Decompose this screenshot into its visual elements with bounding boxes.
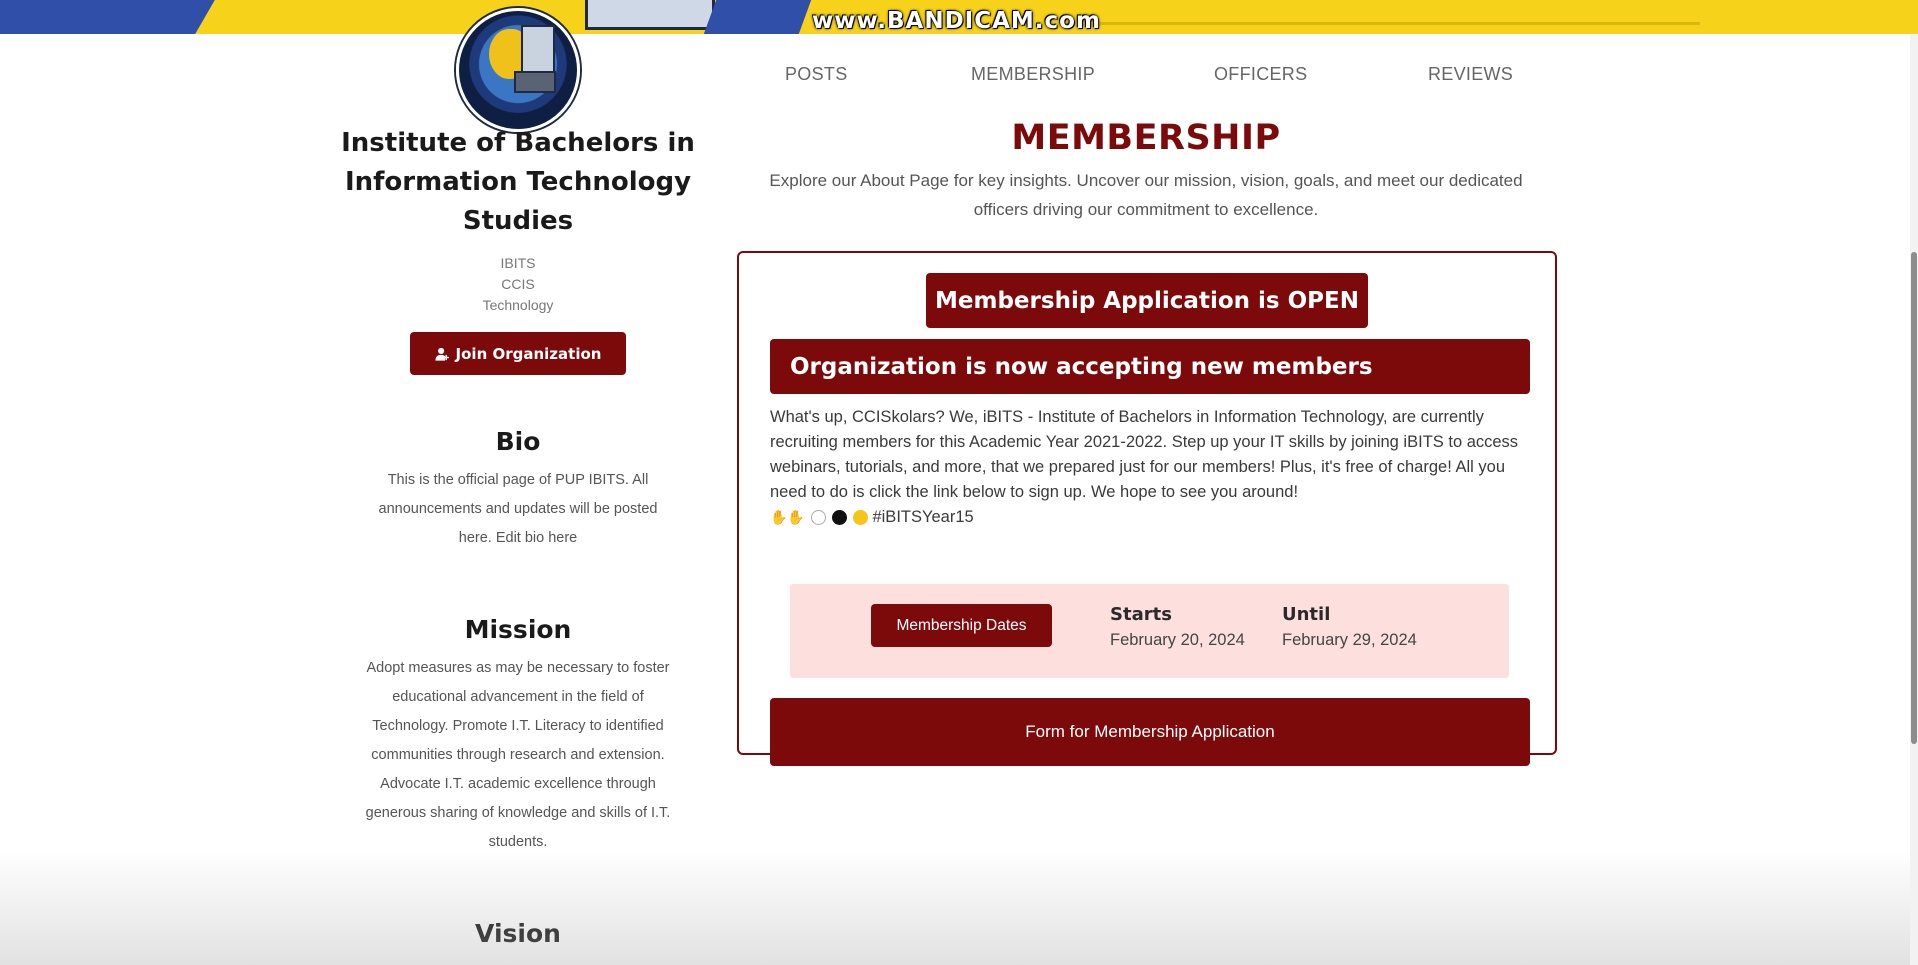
start-date: Starts February 20, 2024 bbox=[1110, 604, 1245, 650]
banner-shape bbox=[0, 0, 215, 34]
sidebar: Institute of Bachelors in Information Te… bbox=[340, 124, 696, 948]
raised-hands-icon: ✋✋ bbox=[770, 509, 805, 526]
yellow-circle-icon bbox=[852, 510, 868, 526]
organization-logo bbox=[456, 8, 580, 132]
join-organization-label: Join Organization bbox=[455, 344, 602, 363]
page-title: MEMBERSHIP bbox=[1011, 118, 1281, 158]
bio-text: This is the official page of PUP IBITS. … bbox=[340, 466, 696, 553]
join-organization-button[interactable]: Join Organization bbox=[410, 332, 626, 375]
logo-book-graphic bbox=[521, 25, 555, 75]
organization-tags: IBITS CCIS Technology bbox=[340, 253, 696, 316]
user-add-icon bbox=[434, 347, 449, 361]
mission-line: Technology. Promote I.T. Literacy to ide… bbox=[372, 718, 664, 734]
mission-line: Adopt measures as may be necessary to fo… bbox=[366, 660, 670, 676]
white-circle-icon bbox=[810, 510, 826, 526]
logo-computer-graphic bbox=[514, 71, 556, 93]
end-date-value: February 29, 2024 bbox=[1282, 631, 1417, 649]
banner-shape bbox=[703, 0, 812, 34]
bio-line: here. Edit bio here bbox=[458, 530, 578, 546]
page-subtitle: Explore our About Page for key insights.… bbox=[740, 166, 1552, 224]
membership-dates-box: Membership Dates Starts February 20, 202… bbox=[790, 584, 1509, 678]
organization-name-line: Studies bbox=[462, 206, 574, 236]
organization-tag: IBITS bbox=[500, 255, 536, 271]
organization-name-line: Institute of Bachelors in bbox=[341, 128, 695, 158]
membership-card: Membership Application is OPEN Organizat… bbox=[737, 251, 1557, 766]
nav-reviews[interactable]: REVIEWS bbox=[1428, 64, 1513, 85]
accepting-members-banner: Organization is now accepting new member… bbox=[770, 339, 1530, 394]
mission-line: educational advancement in the field of bbox=[392, 689, 644, 705]
top-nav: POSTS MEMBERSHIP OFFICERS REVIEWS bbox=[740, 64, 1570, 100]
mission-text: Adopt measures as may be necessary to fo… bbox=[340, 654, 696, 857]
banner-laptop-graphic bbox=[585, 0, 715, 30]
start-date-value: February 20, 2024 bbox=[1110, 631, 1245, 649]
end-date-label: Until bbox=[1282, 604, 1331, 625]
mission-line: Advocate I.T. academic excellence throug… bbox=[380, 776, 656, 792]
bio-line: announcements and updates will be posted bbox=[378, 501, 658, 517]
mission-line: students. bbox=[488, 834, 548, 850]
start-date-label: Starts bbox=[1110, 604, 1172, 625]
black-circle-icon bbox=[831, 510, 847, 526]
bio-heading: Bio bbox=[495, 427, 541, 456]
nav-officers[interactable]: OFFICERS bbox=[1214, 64, 1307, 85]
recruitment-message: What's up, CCISkolars? We, iBITS - Insti… bbox=[770, 405, 1535, 530]
organization-name-line: Information Technology bbox=[344, 167, 692, 197]
mission-line: generous sharing of knowledge and skills… bbox=[365, 805, 671, 821]
application-open-badge: Membership Application is OPEN bbox=[926, 273, 1368, 328]
organization-tag: CCIS bbox=[501, 276, 535, 292]
bio-line: This is the official page of PUP IBITS. … bbox=[387, 472, 649, 488]
membership-dates-button[interactable]: Membership Dates bbox=[871, 604, 1052, 647]
page-content: POSTS MEMBERSHIP OFFICERS REVIEWS Instit… bbox=[0, 8, 1910, 965]
membership-form-button[interactable]: Form for Membership Application bbox=[770, 698, 1530, 766]
hashtag: #iBITSYear15 bbox=[872, 508, 974, 526]
page-subtitle-line: officers driving our commitment to excel… bbox=[973, 200, 1319, 219]
organization-tag: Technology bbox=[482, 297, 554, 313]
banner-shape bbox=[1100, 22, 1700, 25]
page-subtitle-line: Explore our About Page for key insights.… bbox=[769, 171, 1523, 190]
mission-line: communities through research and extensi… bbox=[371, 747, 665, 763]
end-date: Until February 29, 2024 bbox=[1282, 604, 1417, 650]
recruitment-message-text: What's up, CCISkolars? We, iBITS - Insti… bbox=[770, 408, 1519, 501]
emoji-row: ✋✋ bbox=[770, 505, 868, 530]
nav-membership[interactable]: MEMBERSHIP bbox=[971, 64, 1095, 85]
vision-heading: Vision bbox=[475, 919, 561, 948]
mission-heading: Mission bbox=[464, 615, 572, 644]
recording-watermark: www.BANDICAM.com bbox=[812, 8, 1101, 34]
scrollbar-thumb[interactable] bbox=[1911, 252, 1917, 744]
organization-name: Institute of Bachelors in Information Te… bbox=[340, 124, 696, 241]
nav-posts[interactable]: POSTS bbox=[785, 64, 848, 85]
